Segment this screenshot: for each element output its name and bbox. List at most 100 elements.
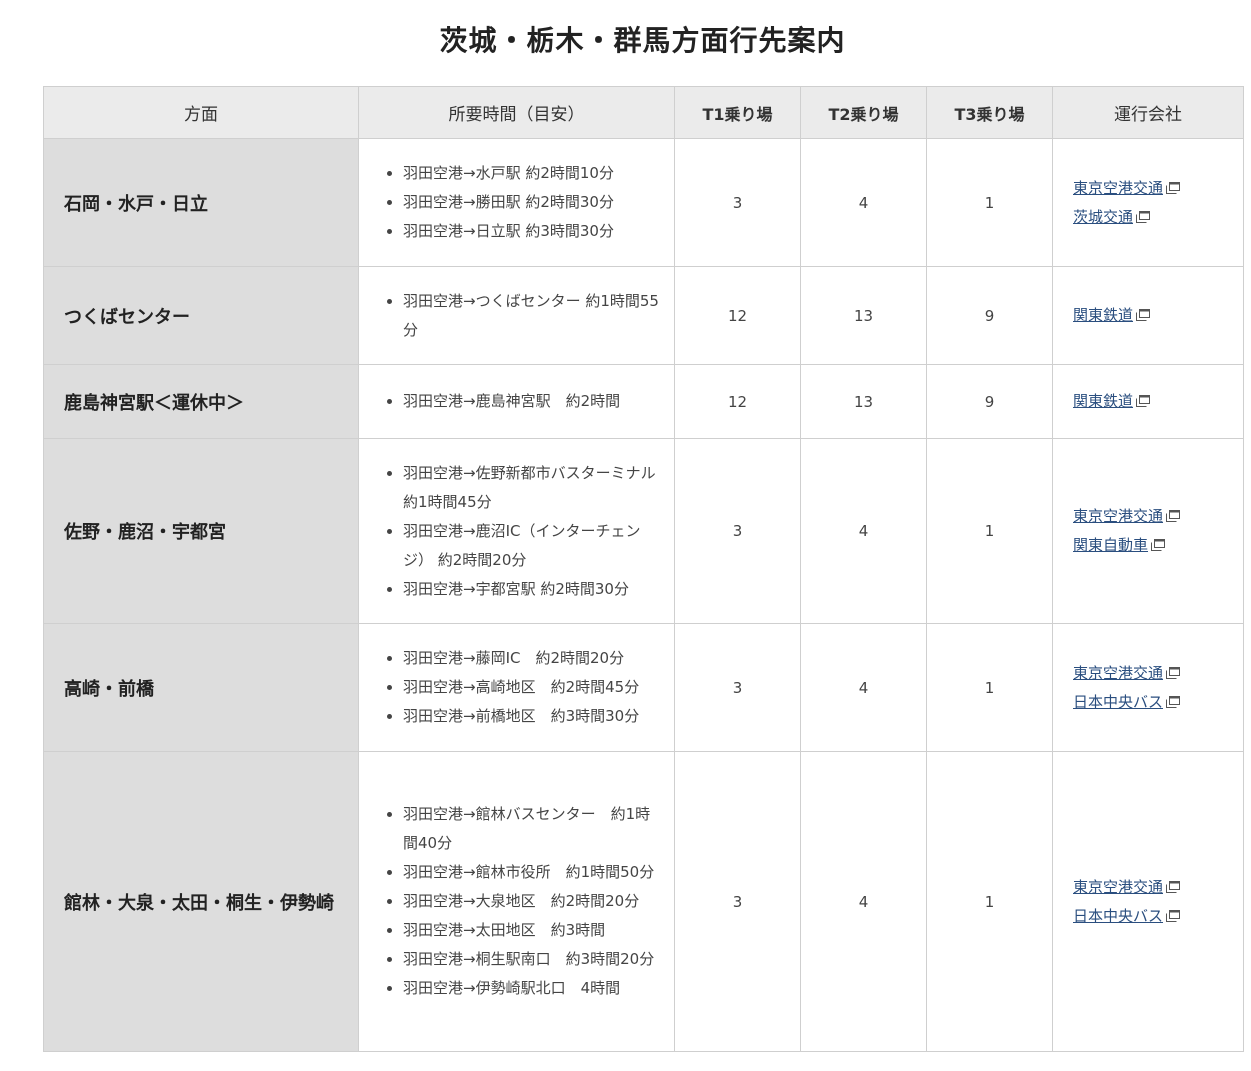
company-link[interactable]: 関東鉄道 [1073, 306, 1133, 324]
external-link-icon[interactable] [1136, 309, 1151, 321]
travel-time-item: 羽田空港→日立駅 約3時間30分 [403, 217, 660, 246]
company-link[interactable]: 東京空港交通 [1073, 507, 1163, 525]
travel-time-item: 羽田空港→大泉地区 約2時間20分 [403, 887, 660, 916]
travel-time-item: 羽田空港→佐野新都市バスターミナル 約1時間45分 [403, 459, 660, 517]
header-t3: T3乗り場 [926, 86, 1053, 139]
header-t1: T1乗り場 [674, 86, 801, 139]
company-link-row: 東京空港交通 [1073, 873, 1243, 902]
external-link-icon[interactable] [1166, 510, 1181, 522]
travel-time-item: 羽田空港→勝田駅 約2時間30分 [403, 188, 660, 217]
travel-time-list: 羽田空港→藤岡IC 約2時間20分羽田空港→高崎地区 約2時間45分羽田空港→前… [375, 644, 660, 731]
company-cell: 東京空港交通 関東自動車 [1052, 438, 1244, 624]
travel-time-list: 羽田空港→佐野新都市バスターミナル 約1時間45分羽田空港→鹿沼IC（インターチ… [375, 459, 660, 604]
table-row: 佐野・鹿沼・宇都宮羽田空港→佐野新都市バスターミナル 約1時間45分羽田空港→鹿… [43, 438, 1244, 624]
travel-time-list: 羽田空港→館林バスセンター 約1時間40分羽田空港→館林市役所 約1時間50分羽… [375, 800, 660, 1003]
header-direction: 方面 [43, 86, 359, 139]
t3-stop-cell: 9 [926, 364, 1053, 439]
direction-cell: 高崎・前橋 [43, 623, 359, 752]
company-link-row: 日本中央バス [1073, 902, 1243, 931]
company-link-row: 日本中央バス [1073, 688, 1243, 717]
company-link-row: 東京空港交通 [1073, 659, 1243, 688]
travel-time-item: 羽田空港→高崎地区 約2時間45分 [403, 673, 660, 702]
external-link-icon[interactable] [1166, 695, 1181, 708]
t1-stop-cell: 3 [674, 623, 801, 752]
company-cell: 東京空港交通 茨城交通 [1052, 138, 1244, 267]
travel-time-item: 羽田空港→鹿島神宮駅 約2時間 [403, 387, 660, 416]
company-link[interactable]: 関東鉄道 [1073, 392, 1133, 410]
travel-time-cell: 羽田空港→佐野新都市バスターミナル 約1時間45分羽田空港→鹿沼IC（インターチ… [358, 438, 675, 624]
company-link[interactable]: 日本中央バス [1073, 693, 1163, 711]
t1-stop-cell: 3 [674, 138, 801, 267]
travel-time-item: 羽田空港→宇都宮駅 約2時間30分 [403, 575, 660, 604]
company-cell: 関東鉄道 [1052, 266, 1244, 365]
t2-stop-cell: 4 [800, 138, 927, 267]
travel-time-cell: 羽田空港→館林バスセンター 約1時間40分羽田空港→館林市役所 約1時間50分羽… [358, 751, 675, 1052]
travel-time-item: 羽田空港→藤岡IC 約2時間20分 [403, 644, 660, 673]
company-link[interactable]: 茨城交通 [1073, 208, 1133, 226]
external-link-icon[interactable] [1151, 539, 1166, 551]
company-link-row: 東京空港交通 [1073, 502, 1243, 531]
travel-time-item: 羽田空港→つくばセンター 約1時間55分 [403, 287, 660, 345]
travel-time-item: 羽田空港→伊勢崎駅北口 4時間 [403, 974, 660, 1003]
company-link-row: 関東自動車 [1073, 531, 1243, 560]
external-link-icon[interactable] [1166, 909, 1181, 922]
travel-time-list: 羽田空港→水戸駅 約2時間10分羽田空港→勝田駅 約2時間30分羽田空港→日立駅… [375, 159, 660, 246]
t1-stop-cell: 3 [674, 751, 801, 1052]
direction-cell: つくばセンター [43, 266, 359, 365]
company-link[interactable]: 日本中央バス [1073, 907, 1163, 925]
travel-time-item: 羽田空港→桐生駅南口 約3時間20分 [403, 945, 660, 974]
direction-cell: 鹿島神宮駅＜運休中＞ [43, 364, 359, 439]
t3-stop-cell: 9 [926, 266, 1053, 365]
company-link-row: 関東鉄道 [1073, 301, 1243, 330]
travel-time-item: 羽田空港→水戸駅 約2時間10分 [403, 159, 660, 188]
table-row: 高崎・前橋羽田空港→藤岡IC 約2時間20分羽田空港→高崎地区 約2時間45分羽… [43, 623, 1244, 752]
t1-stop-cell: 12 [674, 364, 801, 439]
t2-stop-cell: 4 [800, 438, 927, 624]
external-link-icon[interactable] [1166, 666, 1181, 679]
external-link-icon[interactable] [1136, 395, 1151, 407]
t2-stop-cell: 4 [800, 751, 927, 1052]
header-row: 方面 所要時間（目安） T1乗り場 T2乗り場 T3乗り場 運行会社 [43, 86, 1244, 139]
travel-time-item: 羽田空港→鹿沼IC（インターチェンジ） 約2時間20分 [403, 517, 660, 575]
external-link-icon[interactable] [1136, 210, 1151, 223]
t2-stop-cell: 13 [800, 364, 927, 439]
destination-table: 方面 所要時間（目安） T1乗り場 T2乗り場 T3乗り場 運行会社 石岡・水戸… [43, 86, 1244, 1052]
company-cell: 関東鉄道 [1052, 364, 1244, 439]
direction-cell: 館林・大泉・太田・桐生・伊勢崎 [43, 751, 359, 1052]
company-link[interactable]: 東京空港交通 [1073, 878, 1163, 896]
company-link-row: 東京空港交通 [1073, 174, 1243, 203]
travel-time-item: 羽田空港→太田地区 約3時間 [403, 916, 660, 945]
direction-cell: 佐野・鹿沼・宇都宮 [43, 438, 359, 624]
company-link[interactable]: 東京空港交通 [1073, 179, 1163, 197]
header-time: 所要時間（目安） [358, 86, 675, 139]
company-link-row: 関東鉄道 [1073, 387, 1243, 416]
t2-stop-cell: 4 [800, 623, 927, 752]
external-link-icon[interactable] [1166, 181, 1181, 194]
company-link[interactable]: 関東自動車 [1073, 536, 1148, 554]
travel-time-list: 羽田空港→つくばセンター 約1時間55分 [375, 287, 660, 345]
page-title: 茨城・栃木・群馬方面行先案内 [439, 23, 846, 57]
table-row: つくばセンター羽田空港→つくばセンター 約1時間55分12139 関東鉄道 [43, 266, 1244, 365]
t3-stop-cell: 1 [926, 438, 1053, 624]
direction-cell: 石岡・水戸・日立 [43, 138, 359, 267]
company-link-row: 茨城交通 [1073, 203, 1243, 232]
travel-time-cell: 羽田空港→つくばセンター 約1時間55分 [358, 266, 675, 365]
t3-stop-cell: 1 [926, 138, 1053, 267]
t3-stop-cell: 1 [926, 751, 1053, 1052]
travel-time-cell: 羽田空港→鹿島神宮駅 約2時間 [358, 364, 675, 439]
company-link[interactable]: 東京空港交通 [1073, 664, 1163, 682]
travel-time-list: 羽田空港→鹿島神宮駅 約2時間 [375, 387, 660, 416]
travel-time-item: 羽田空港→前橋地区 約3時間30分 [403, 702, 660, 731]
external-link-icon[interactable] [1166, 880, 1181, 893]
t2-stop-cell: 13 [800, 266, 927, 365]
travel-time-item: 羽田空港→館林バスセンター 約1時間40分 [403, 800, 660, 858]
table-row: 館林・大泉・太田・桐生・伊勢崎羽田空港→館林バスセンター 約1時間40分羽田空港… [43, 751, 1244, 1052]
header-t2: T2乗り場 [800, 86, 927, 139]
header-company: 運行会社 [1052, 86, 1244, 139]
t1-stop-cell: 12 [674, 266, 801, 365]
company-cell: 東京空港交通 日本中央バス [1052, 751, 1244, 1052]
table-row: 石岡・水戸・日立羽田空港→水戸駅 約2時間10分羽田空港→勝田駅 約2時間30分… [43, 138, 1244, 267]
table-row: 鹿島神宮駅＜運休中＞ 羽田空港→鹿島神宮駅 約2時間 12139 関東鉄道 [43, 364, 1244, 439]
travel-time-item: 羽田空港→館林市役所 約1時間50分 [403, 858, 660, 887]
travel-time-cell: 羽田空港→藤岡IC 約2時間20分羽田空港→高崎地区 約2時間45分羽田空港→前… [358, 623, 675, 752]
